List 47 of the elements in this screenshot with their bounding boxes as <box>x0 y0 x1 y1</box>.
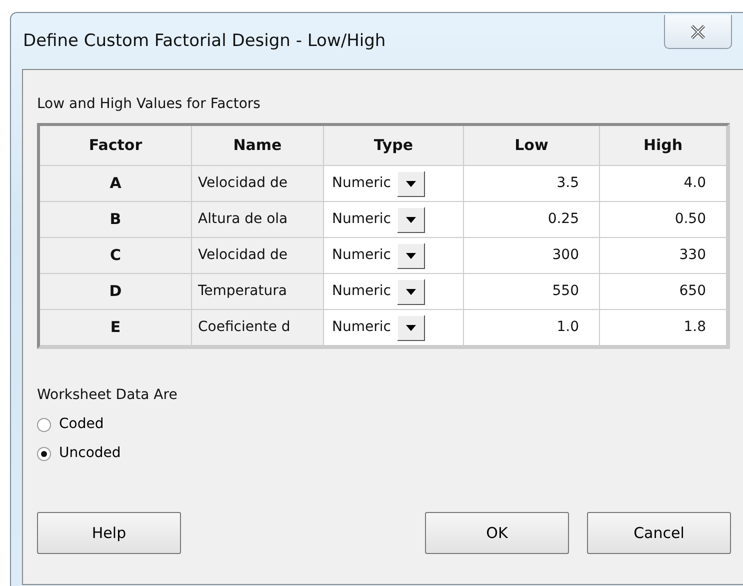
dropdown-arrow-icon <box>406 216 416 222</box>
type-dropdown[interactable]: Numeric <box>332 242 425 268</box>
table-cell[interactable]: 550 <box>464 274 600 310</box>
radio-button[interactable] <box>37 446 51 460</box>
table-cell[interactable]: 1.0 <box>464 310 600 346</box>
cancel-button[interactable]: Cancel <box>587 512 731 554</box>
dropdown-arrow-icon <box>406 324 416 330</box>
row-header: E <box>40 310 192 346</box>
table-cell[interactable]: 300 <box>464 238 600 274</box>
radio-option[interactable]: Uncoded <box>37 443 121 464</box>
table-cell[interactable]: 1.8 <box>600 310 727 346</box>
column-header: Type <box>324 126 464 166</box>
group-label: Low and High Values for Factors <box>37 95 262 114</box>
type-dropdown[interactable]: Numeric <box>332 170 425 196</box>
table-cell[interactable]: 4.0 <box>600 166 727 202</box>
close-icon <box>690 24 706 38</box>
table-cell[interactable]: 650 <box>600 274 727 310</box>
table-cell: Velocidad de <box>192 166 324 202</box>
ok-button[interactable]: OK <box>425 512 569 554</box>
table-cell: Temperatura <box>192 274 324 310</box>
table-cell: Altura de ola <box>192 202 324 238</box>
type-dropdown[interactable]: Numeric <box>332 206 425 232</box>
type-dropdown[interactable]: Numeric <box>332 278 425 304</box>
table-cell[interactable]: 330 <box>600 238 727 274</box>
column-header: Name <box>192 126 324 166</box>
row-header: C <box>40 238 192 274</box>
dropdown-arrow-icon <box>406 180 416 186</box>
window-title: Define Custom Factorial Design - Low/High <box>23 30 387 53</box>
column-header: Factor <box>40 126 192 166</box>
row-header: A <box>40 166 192 202</box>
row-header: B <box>40 202 192 238</box>
column-header: Low <box>464 126 600 166</box>
table-cell[interactable]: 0.25 <box>464 202 600 238</box>
dropdown-arrow-icon <box>406 252 416 258</box>
radio-button[interactable] <box>37 418 51 432</box>
row-header: D <box>40 274 192 310</box>
table-cell[interactable]: 0.50 <box>600 202 727 238</box>
dropdown-arrow-icon <box>406 288 416 294</box>
radio-option[interactable]: Coded <box>37 414 104 435</box>
close-button[interactable] <box>664 15 732 49</box>
section-label: Worksheet Data Are <box>37 386 178 405</box>
help-button[interactable]: Help <box>37 512 181 554</box>
table-cell[interactable]: 3.5 <box>464 166 600 202</box>
column-header: High <box>600 126 727 166</box>
table-cell: Coeficiente d <box>192 310 324 346</box>
table-cell: Velocidad de <box>192 238 324 274</box>
type-dropdown[interactable]: Numeric <box>332 314 425 340</box>
